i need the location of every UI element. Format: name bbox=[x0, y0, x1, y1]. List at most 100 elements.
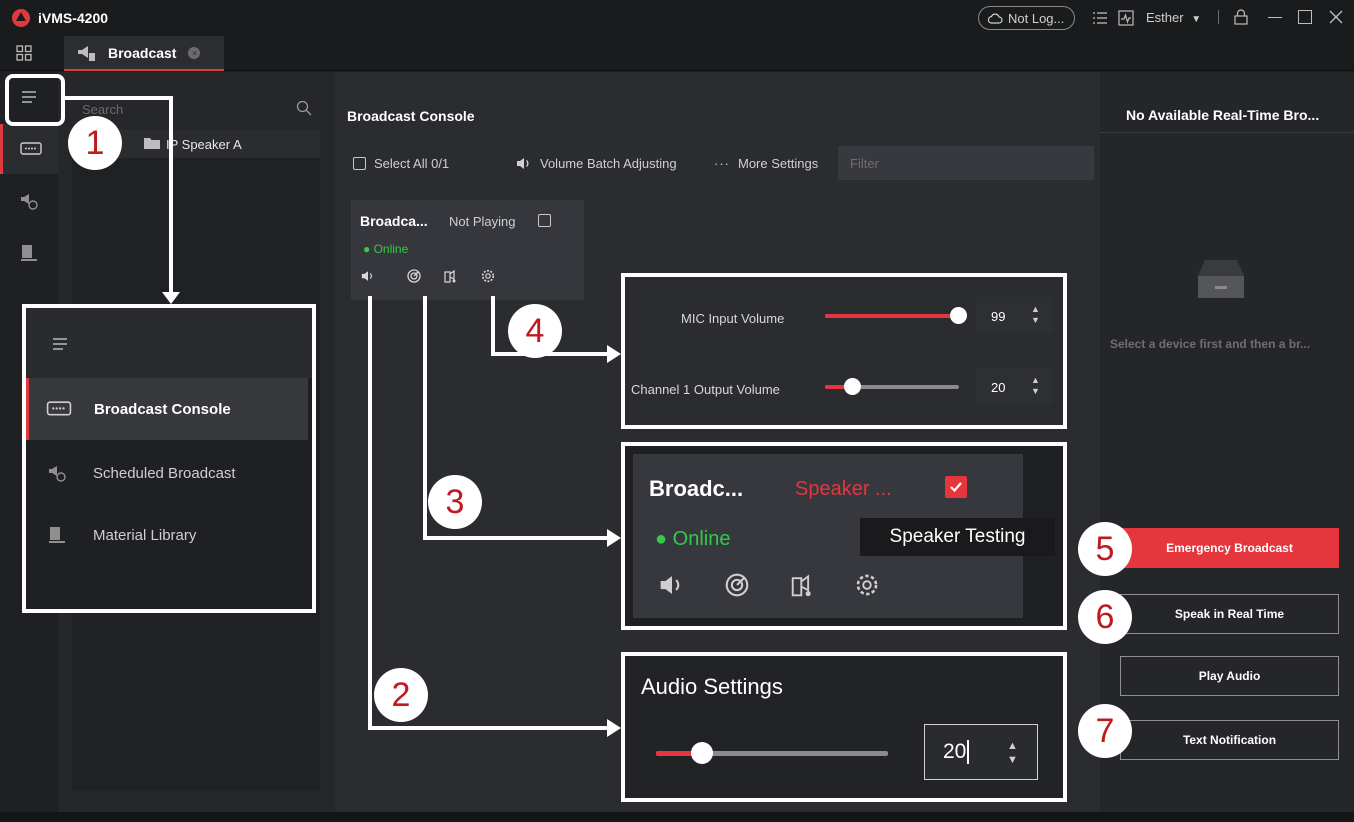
filter-input[interactable]: Filter bbox=[838, 146, 1094, 180]
speaker-testing-callout: Broadc... Speaker ... ● Online Speaker T… bbox=[621, 442, 1067, 630]
divider bbox=[1100, 132, 1354, 133]
speaker-test-icon[interactable] bbox=[407, 269, 421, 283]
tab-broadcast[interactable]: Broadcast × bbox=[64, 36, 224, 71]
speaker-testing-tooltip: Speaker Testing bbox=[860, 518, 1055, 556]
card-checkbox-checked[interactable] bbox=[945, 476, 967, 498]
menu-item-label: Material Library bbox=[93, 526, 197, 544]
gear-icon[interactable] bbox=[481, 269, 495, 283]
text-cursor bbox=[967, 740, 969, 764]
speaker-test-icon[interactable] bbox=[725, 573, 749, 597]
search-icon[interactable] bbox=[296, 100, 312, 116]
audio-volume-value[interactable]: 20 bbox=[943, 740, 966, 764]
broadcast-tab-icon bbox=[76, 44, 96, 62]
monitor-icon[interactable] bbox=[1118, 10, 1134, 26]
lock-icon[interactable] bbox=[1234, 9, 1248, 25]
annotation-number-5: 5 bbox=[1078, 522, 1132, 576]
connector-line bbox=[491, 296, 495, 356]
channel-volume-stepper[interactable]: 20 ▲ ▼ bbox=[975, 368, 1053, 404]
device-card[interactable]: Broadca... Not Playing ● Online bbox=[351, 200, 584, 300]
slider-thumb[interactable] bbox=[843, 378, 861, 395]
rail-item-scheduled-broadcast[interactable] bbox=[0, 176, 58, 226]
stepper-arrows-icon[interactable]: ▲ ▼ bbox=[1007, 739, 1018, 767]
volume-batch-button[interactable]: Volume Batch Adjusting bbox=[516, 156, 677, 171]
connector-line bbox=[423, 536, 609, 540]
speak-real-time-button[interactable]: Speak in Real Time bbox=[1120, 594, 1339, 634]
arrow-head bbox=[607, 529, 621, 547]
close-icon[interactable] bbox=[1328, 9, 1344, 25]
slider-thumb[interactable] bbox=[949, 307, 967, 324]
search-input[interactable]: Search bbox=[82, 102, 123, 117]
menu-item-broadcast-console[interactable]: Broadcast Console bbox=[26, 378, 308, 440]
device-name: IP Speaker A bbox=[166, 137, 242, 152]
connector-line bbox=[65, 96, 173, 100]
stepper-arrows-icon[interactable]: ▲ ▼ bbox=[1031, 375, 1040, 397]
channel-volume-label: Channel 1 Output Volume bbox=[631, 382, 780, 397]
mic-volume-slider[interactable] bbox=[825, 307, 967, 324]
card-play-status: Speaker ... bbox=[795, 478, 892, 500]
checkbox[interactable] bbox=[353, 157, 366, 170]
right-panel-tip: Select a device first and then a br... bbox=[1110, 337, 1311, 351]
menu-item-scheduled-broadcast[interactable]: Scheduled Broadcast bbox=[26, 442, 308, 504]
scheduled-broadcast-icon bbox=[20, 192, 38, 210]
more-settings-button[interactable]: ··· More Settings bbox=[714, 156, 818, 171]
cloud-icon bbox=[987, 12, 1003, 24]
menu-item-label: Scheduled Broadcast bbox=[93, 464, 236, 482]
user-name: Esther bbox=[1146, 10, 1184, 25]
login-status-label: Not Log... bbox=[1008, 10, 1065, 26]
audio-volume-stepper[interactable]: 20 ▲ ▼ bbox=[924, 724, 1038, 780]
annotation-number-3: 3 bbox=[428, 475, 482, 529]
text-notification-button[interactable]: Text Notification bbox=[1120, 720, 1339, 760]
user-menu[interactable]: Esther ▼ bbox=[1146, 10, 1201, 25]
material-library-icon bbox=[20, 244, 38, 262]
speaker-device-icon bbox=[19, 142, 42, 156]
play-audio-button[interactable]: Play Audio bbox=[1120, 656, 1339, 696]
online-label: Online bbox=[672, 528, 731, 550]
card-checkbox[interactable] bbox=[538, 214, 551, 227]
arrow-head bbox=[607, 345, 621, 363]
annotation-number-4: 4 bbox=[508, 304, 562, 358]
audio-settings-icon[interactable] bbox=[659, 574, 685, 596]
app-logo-icon bbox=[12, 9, 30, 27]
tab-label: Broadcast bbox=[108, 44, 177, 61]
hamburger-icon[interactable] bbox=[52, 338, 68, 350]
audio-settings-icon[interactable] bbox=[361, 270, 375, 282]
arrow-head bbox=[607, 719, 621, 737]
title-bar: iVMS-4200 Not Log... Esther ▼ bbox=[0, 0, 1354, 36]
module-grid-icon[interactable] bbox=[16, 45, 32, 61]
volume-icon bbox=[516, 157, 532, 170]
mic-volume-value[interactable]: 99 bbox=[991, 309, 1005, 324]
connector-line bbox=[368, 726, 609, 730]
channel-volume-slider[interactable] bbox=[825, 378, 959, 395]
slider-thumb[interactable] bbox=[691, 742, 713, 764]
rail-item-broadcast-console[interactable] bbox=[0, 124, 58, 174]
volume-settings-callout: MIC Input Volume 99 ▲ ▼ Channel 1 Output … bbox=[621, 273, 1067, 429]
select-all-checkbox[interactable]: Select All 0/1 bbox=[353, 156, 449, 171]
audio-volume-slider[interactable] bbox=[656, 742, 888, 764]
mic-volume-stepper[interactable]: 99 ▲ ▼ bbox=[975, 297, 1053, 333]
connector-line bbox=[169, 96, 173, 296]
online-status: ● Online bbox=[363, 242, 409, 256]
scheduled-broadcast-icon bbox=[48, 464, 66, 482]
task-list-icon[interactable] bbox=[1092, 10, 1108, 26]
broadcast-speaker-icon[interactable] bbox=[444, 269, 458, 283]
minimize-icon[interactable] bbox=[1268, 17, 1282, 19]
emergency-broadcast-button[interactable]: Emergency Broadcast bbox=[1120, 528, 1339, 568]
maximize-icon[interactable] bbox=[1298, 10, 1312, 24]
broadcast-speaker-icon[interactable] bbox=[791, 573, 815, 597]
connector-line bbox=[423, 296, 427, 540]
mic-volume-label: MIC Input Volume bbox=[681, 311, 785, 326]
annotation-number-2: 2 bbox=[374, 668, 428, 722]
tab-close-icon[interactable]: × bbox=[188, 46, 201, 59]
connector-line bbox=[368, 296, 372, 730]
audio-settings-callout: Audio Settings 20 ▲ ▼ bbox=[621, 652, 1067, 802]
login-status-button[interactable]: Not Log... bbox=[978, 6, 1076, 30]
divider bbox=[1218, 10, 1219, 24]
gear-icon[interactable] bbox=[855, 573, 879, 597]
channel-volume-value[interactable]: 20 bbox=[991, 380, 1005, 395]
more-settings-label: More Settings bbox=[738, 156, 819, 171]
stepper-arrows-icon[interactable]: ▲ ▼ bbox=[1031, 304, 1040, 326]
right-panel-title: No Available Real-Time Bro... bbox=[1126, 107, 1320, 123]
menu-item-material-library[interactable]: Material Library bbox=[26, 504, 308, 566]
annotation-number-6: 6 bbox=[1078, 590, 1132, 644]
rail-item-material-library[interactable] bbox=[0, 228, 58, 278]
